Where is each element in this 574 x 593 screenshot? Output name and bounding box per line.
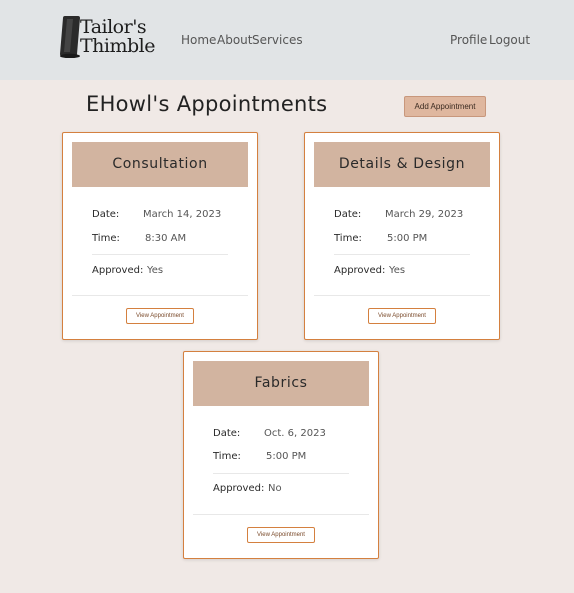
brand-logo[interactable]: Tailor's Thimble <box>58 14 158 60</box>
date-label: Date: <box>213 428 241 439</box>
appointment-date: Oct. 6, 2023 <box>264 428 326 439</box>
nav-about[interactable]: About <box>217 33 252 47</box>
time-label: Time: <box>213 451 241 462</box>
date-label: Date: <box>92 209 120 220</box>
divider <box>213 473 349 474</box>
view-appointment-button[interactable]: View Appointment <box>368 308 436 324</box>
appointment-card: Consultation Date: March 14, 2023 Time: … <box>62 132 258 340</box>
approval-status: No <box>268 483 282 494</box>
appointment-time: 8:30 AM <box>145 233 187 244</box>
appointment-time: 5:00 PM <box>387 233 428 244</box>
nav-home[interactable]: Home <box>181 33 216 47</box>
appointment-title: Consultation <box>72 142 248 187</box>
appointment-title: Fabrics <box>193 361 369 406</box>
approved-label: Approved: <box>92 265 144 276</box>
divider <box>334 254 470 255</box>
add-appointment-button[interactable]: Add Appointment <box>404 96 486 117</box>
view-appointment-button[interactable]: View Appointment <box>247 527 315 543</box>
time-label: Time: <box>334 233 362 244</box>
appointment-time: 5:00 PM <box>266 451 307 462</box>
appointment-title: Details & Design <box>314 142 490 187</box>
approval-status: Yes <box>389 265 406 276</box>
appointment-card: Details & Design Date: March 29, 2023 Ti… <box>304 132 500 340</box>
date-label: Date: <box>334 209 362 220</box>
appointment-card: Fabrics Date: Oct. 6, 2023 Time: 5:00 PM… <box>183 351 379 559</box>
view-appointment-button[interactable]: View Appointment <box>126 308 194 324</box>
divider <box>92 254 228 255</box>
approved-label: Approved: <box>334 265 386 276</box>
divider <box>72 295 248 296</box>
divider <box>314 295 490 296</box>
appointment-date: March 29, 2023 <box>385 209 464 220</box>
time-label: Time: <box>92 233 120 244</box>
divider <box>193 514 369 515</box>
appointment-date: March 14, 2023 <box>143 209 222 220</box>
nav-profile[interactable]: Profile <box>450 33 487 47</box>
nav-logout[interactable]: Logout <box>489 33 530 47</box>
navbar: Tailor's Thimble Home About Services Pro… <box>0 0 574 80</box>
approved-label: Approved: <box>213 483 265 494</box>
nav-services[interactable]: Services <box>252 33 303 47</box>
page-title: EHowl's Appointments <box>86 92 328 116</box>
approval-status: Yes <box>147 265 164 276</box>
brand-name-line2: Thimble <box>80 35 156 57</box>
